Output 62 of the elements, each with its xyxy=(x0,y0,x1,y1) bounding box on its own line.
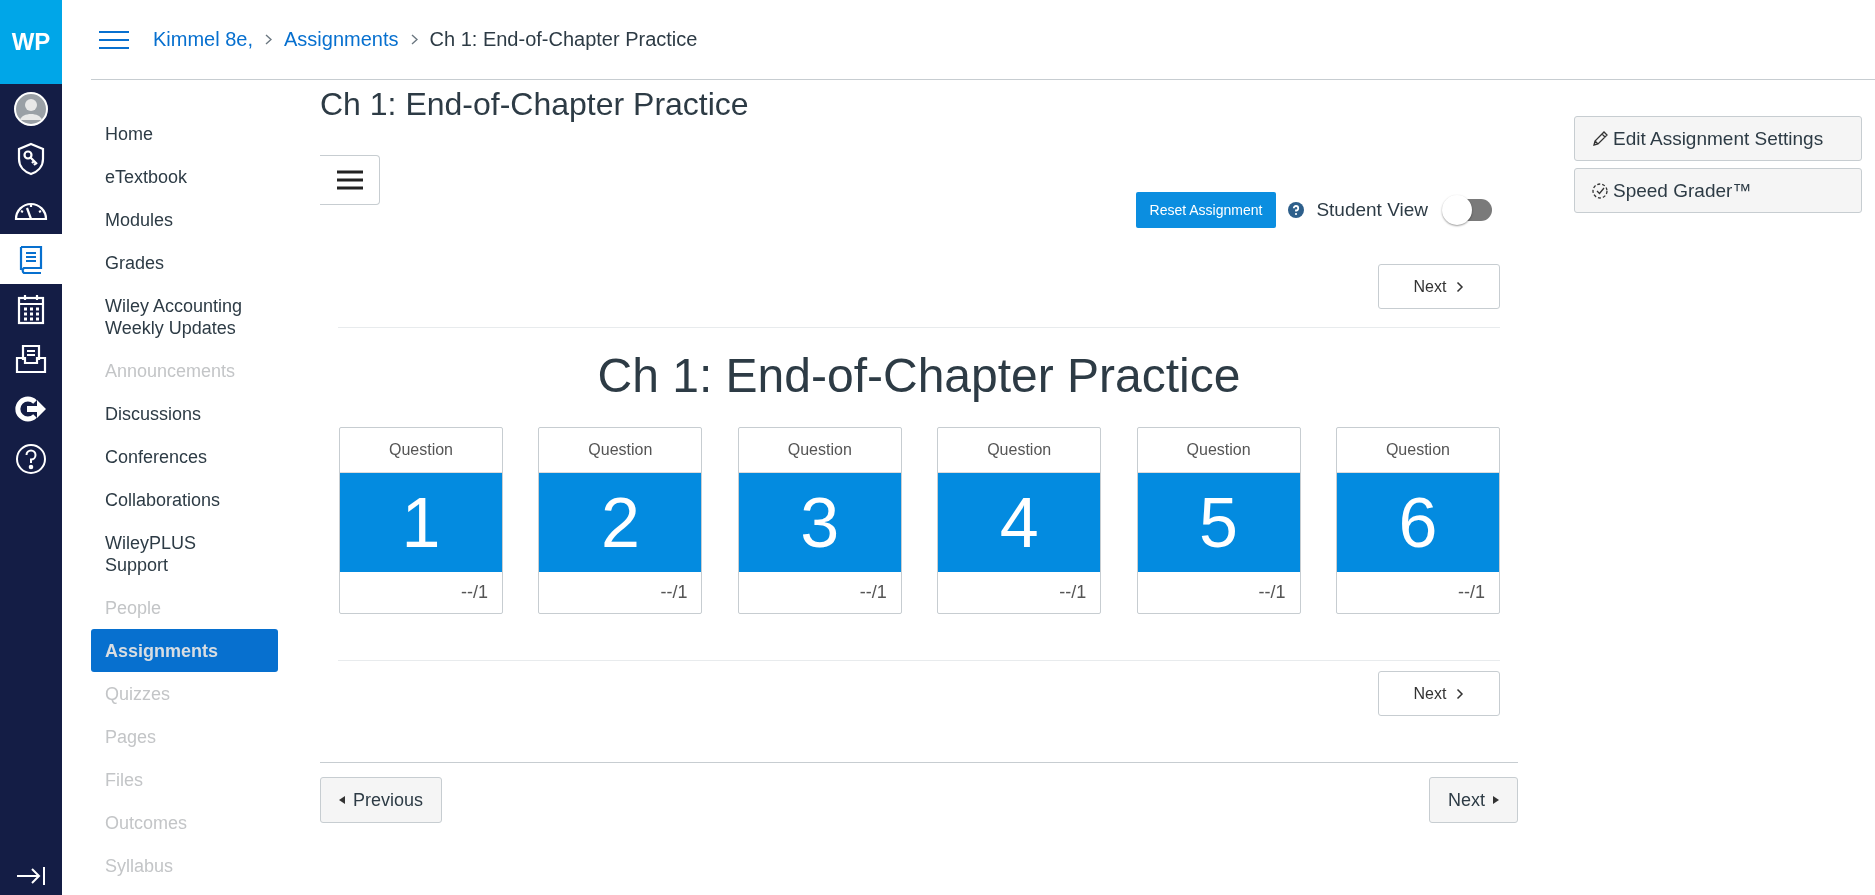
caret-right-icon xyxy=(1493,796,1499,804)
question-score: --/1 xyxy=(1456,581,1486,604)
chevron-right-icon xyxy=(1456,687,1465,700)
help-icon xyxy=(15,443,47,475)
breadcrumb-link[interactable]: Kimmel 8e, xyxy=(153,28,254,51)
next-button[interactable]: Next xyxy=(1429,777,1518,823)
course-nav-link[interactable]: Home xyxy=(91,112,278,155)
question-score: --/1 xyxy=(659,581,689,604)
question-score: --/1 xyxy=(1257,581,1287,604)
breadcrumb-link[interactable]: Assignments xyxy=(284,28,399,51)
question-card[interactable]: Question 1 --/1 xyxy=(339,427,503,614)
inbox-tray-icon xyxy=(15,344,47,374)
previous-button[interactable]: Previous xyxy=(320,777,443,823)
menu-button[interactable] xyxy=(320,155,380,205)
assignment-heading: Ch 1: End-of-Chapter Practice xyxy=(596,348,1242,403)
arrow-logout-icon xyxy=(15,396,47,422)
sidebar-button[interactable]: Edit Assignment Settings xyxy=(1574,116,1862,161)
question-number: 3 xyxy=(738,473,901,572)
chevron-right-icon xyxy=(1456,280,1465,293)
book-icon xyxy=(17,243,45,275)
collapse-icon[interactable] xyxy=(15,865,47,887)
course-nav-link[interactable]: Discussions xyxy=(91,392,278,435)
pencil-icon xyxy=(1591,129,1609,148)
page-title: Ch 1: End-of-Chapter Practice xyxy=(320,86,750,123)
shield-icon xyxy=(16,142,46,176)
question-card[interactable]: Question 4 --/1 xyxy=(937,427,1102,614)
question-score: --/1 xyxy=(858,581,888,604)
user-avatar-icon xyxy=(13,91,49,127)
calendar-icon xyxy=(16,293,46,325)
question-card[interactable]: Question 5 --/1 xyxy=(1136,427,1301,614)
course-nav-link[interactable]: eTextbook xyxy=(91,155,278,198)
question-number: 4 xyxy=(938,473,1101,572)
menu-icon xyxy=(336,170,363,190)
course-nav-link[interactable]: WileyPLUS Support xyxy=(91,521,278,586)
next-button[interactable]: Next xyxy=(1378,671,1500,716)
course-nav-link[interactable]: Grades xyxy=(91,241,278,284)
help-icon[interactable] xyxy=(1288,202,1305,218)
question-number: 1 xyxy=(340,473,502,572)
question-card[interactable]: Question 6 --/1 xyxy=(1335,427,1500,614)
student-view-label: Student View xyxy=(1316,199,1428,221)
toggle-switch[interactable] xyxy=(1440,193,1494,227)
question-card[interactable]: Question 2 --/1 xyxy=(538,427,703,614)
question-score: --/1 xyxy=(1058,581,1088,604)
question-number: 2 xyxy=(539,473,702,572)
breadcrumb-current: Ch 1: End-of-Chapter Practice xyxy=(429,28,698,51)
question-number: 5 xyxy=(1137,473,1300,572)
menu-icon[interactable] xyxy=(99,29,129,50)
question-number: 6 xyxy=(1336,473,1499,572)
course-nav-link[interactable]: Assignments xyxy=(91,629,278,672)
sidebar-button[interactable]: Speed Grader™ xyxy=(1574,168,1862,213)
reset-assignment-button[interactable]: Reset Assignment xyxy=(1135,192,1277,228)
next-button[interactable]: Next xyxy=(1378,264,1500,309)
course-nav-link[interactable]: Collaborations xyxy=(91,478,278,521)
course-nav-link[interactable]: Modules xyxy=(91,198,278,241)
clock-check-icon xyxy=(1591,181,1609,200)
course-nav-link[interactable]: Conferences xyxy=(91,435,278,478)
chevron-right-icon xyxy=(410,34,418,45)
question-card[interactable]: Question 3 --/1 xyxy=(737,427,902,614)
course-nav-link[interactable]: Wiley Accounting Weekly Updates xyxy=(91,284,278,349)
chevron-right-icon xyxy=(265,34,273,45)
caret-left-icon xyxy=(339,796,345,804)
question-score: --/1 xyxy=(460,581,489,604)
